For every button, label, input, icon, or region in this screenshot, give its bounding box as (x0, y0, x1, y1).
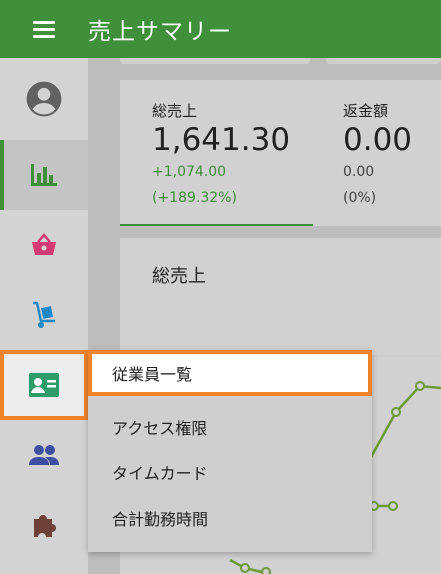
card-edge (326, 58, 441, 64)
chart-point (415, 381, 425, 391)
chart-point (388, 501, 398, 511)
employee-badge-icon (29, 373, 59, 397)
refunds-delta: 0.00 (343, 164, 375, 180)
sidebar (0, 58, 88, 574)
refunds-delta-percent: (0%) (343, 190, 377, 206)
puzzle-piece-icon (34, 515, 56, 537)
account-circle-icon (26, 81, 62, 117)
sidebar-item-sales[interactable] (0, 210, 88, 280)
sidebar-item-inventory[interactable] (0, 280, 88, 350)
chart-point (240, 563, 250, 573)
submenu-item-timecard[interactable]: タイムカード (88, 449, 372, 495)
refunds-value: 0.00 (343, 122, 413, 158)
shopping-basket-icon (32, 233, 56, 255)
app-bar: 売上サマリー (0, 0, 441, 58)
active-stat-indicator (120, 224, 313, 226)
employees-submenu: 従業員一覧 アクセス権限 タイムカード 合計勤務時間 (88, 350, 372, 552)
people-icon (29, 445, 59, 465)
sidebar-item-account[interactable] (0, 64, 88, 134)
sidebar-item-employees[interactable] (0, 350, 88, 420)
refunds-label: 返金額 (343, 102, 389, 120)
bar-chart-icon (31, 164, 57, 186)
chart-point (261, 567, 271, 574)
page-title: 売上サマリー (88, 19, 232, 45)
menu-button[interactable] (0, 0, 88, 58)
sidebar-item-integrations[interactable] (0, 490, 88, 560)
submenu-item-total-hours[interactable]: 合計勤務時間 (88, 495, 372, 541)
sales-line (363, 384, 441, 469)
gross-sales-delta-percent: (+189.32%) (152, 190, 237, 206)
sidebar-item-customers[interactable] (0, 420, 88, 490)
hand-truck-icon (33, 301, 55, 328)
gross-sales-delta: +1,074.00 (152, 164, 227, 180)
gross-sales-label: 総売上 (152, 102, 198, 120)
chart-point (391, 407, 401, 417)
hamburger-menu-icon (33, 27, 55, 31)
gross-sales-value: 1,641.30 (152, 122, 291, 158)
card-edge (120, 58, 310, 64)
sidebar-item-reports[interactable] (0, 140, 88, 210)
sales-stats-card: 総売上 1,641.30 +1,074.00 (+189.32%) 返金額 0.… (120, 80, 441, 226)
submenu-item-access-rights[interactable]: アクセス権限 (88, 404, 372, 450)
submenu-item-employee-list[interactable]: 従業員一覧 (88, 350, 372, 396)
